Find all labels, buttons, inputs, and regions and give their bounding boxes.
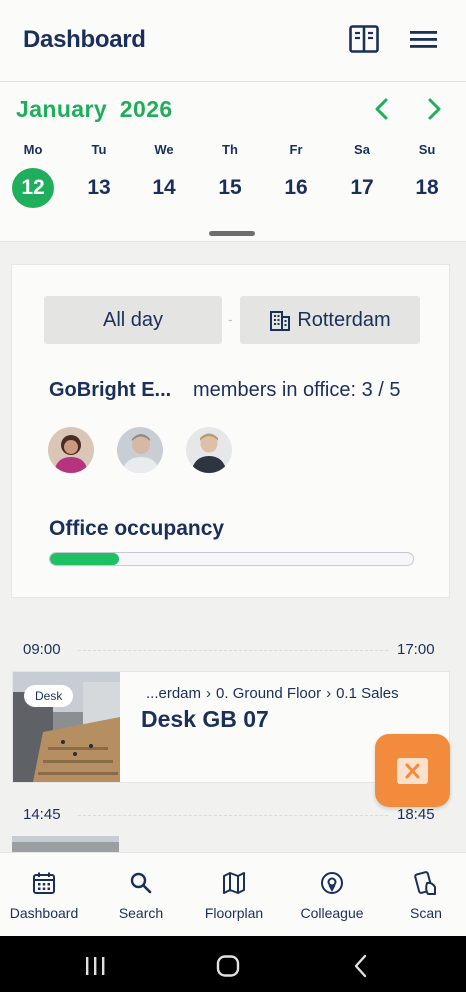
avatar[interactable] [48, 427, 94, 473]
path-floor: 0. Ground Floor [216, 685, 322, 702]
home-icon[interactable] [216, 955, 240, 977]
calendar-date[interactable]: 14 [143, 168, 185, 208]
occupancy-progress-bar [49, 552, 414, 566]
location-label: Rotterdam [297, 308, 391, 331]
occupancy-progress-fill [50, 553, 119, 565]
avatar[interactable] [117, 427, 163, 473]
booking-type-tag: Desk [24, 685, 74, 707]
time-filter-label: All day [102, 308, 164, 331]
calendar-date[interactable]: 13 [78, 168, 120, 208]
app-header: Dashboard [0, 0, 466, 82]
weekday-label: Tu [91, 142, 107, 157]
nav-item-colleague[interactable]: Colleague [287, 853, 377, 937]
calendar-date[interactable]: 18 [406, 168, 448, 208]
month-label: January 2026 [16, 96, 173, 122]
chevron-left-icon[interactable] [372, 97, 392, 121]
weekday-label: Fr [289, 142, 303, 157]
desk-photo[interactable] [12, 836, 119, 852]
calendar-icon [33, 872, 55, 894]
calendar-date[interactable]: 15 [209, 168, 251, 208]
close-fab-button[interactable] [375, 734, 450, 807]
nav-item-scan[interactable]: Scan [381, 853, 466, 937]
members-in-office: members in office: 3 / 5 [193, 379, 401, 401]
booking-start-time: 09:00 [23, 641, 61, 658]
bottom-navigation: Dashboard Search Floorplan Colleague Sca… [0, 852, 466, 936]
avatar[interactable] [186, 427, 232, 473]
path-separator: › [206, 685, 212, 702]
path-area: 0.1 Sales [336, 685, 399, 702]
chevron-right-icon[interactable] [424, 97, 444, 121]
book-icon[interactable] [349, 25, 379, 53]
search-icon [130, 872, 152, 894]
back-icon[interactable] [352, 954, 368, 978]
close-icon [397, 758, 428, 784]
organization-name: GoBright E... [49, 379, 172, 401]
map-icon [223, 872, 245, 894]
recent-apps-icon[interactable] [84, 956, 106, 976]
weekday-label: Su [418, 142, 436, 157]
chip-separator: - [228, 311, 233, 327]
office-card: All day - Rotterdam GoBright E... member… [11, 264, 450, 598]
nav-item-dashboard[interactable]: Dashboard [0, 853, 88, 937]
system-navigation-bar [0, 936, 466, 992]
weekday-label: Mo [23, 142, 43, 157]
building-icon [270, 311, 291, 331]
timeline-divider [78, 650, 388, 651]
nav-label: Dashboard [9, 905, 79, 921]
path-building: ...erdam [146, 685, 202, 702]
booking-end-time: 18:45 [397, 806, 435, 823]
weekday-label: Th [222, 142, 238, 157]
calendar-date[interactable]: 17 [341, 168, 383, 208]
booking-desk-name: Desk GB 07 [141, 706, 269, 732]
booking-end-time: 17:00 [397, 641, 435, 658]
booking-location-path: ...erdam › 0. Ground Floor › 0.1 Sales [146, 685, 399, 702]
page-title: Dashboard [23, 26, 146, 53]
weekday-label: Sa [354, 142, 370, 157]
nav-label: Scan [410, 905, 442, 921]
calendar-date[interactable]: 16 [275, 168, 317, 208]
weekday-label: We [154, 142, 174, 157]
nav-item-floorplan[interactable]: Floorplan [189, 853, 279, 937]
location-pin-icon [321, 872, 343, 894]
booking-start-time: 14:45 [23, 806, 61, 823]
nav-label: Search [118, 905, 164, 921]
calendar-date-selected[interactable]: 12 [12, 168, 54, 208]
week-calendar: January 2026 Mo Tu We Th Fr Sa Su 12 13 … [0, 82, 466, 242]
time-filter-chip[interactable]: All day [44, 296, 222, 344]
nav-label: Colleague [300, 905, 364, 921]
hamburger-menu-icon[interactable] [410, 28, 437, 50]
nav-item-search[interactable]: Search [96, 853, 186, 937]
office-occupancy-title: Office occupancy [49, 517, 225, 540]
nav-label: Floorplan [204, 905, 264, 921]
scan-phone-icon [414, 871, 436, 895]
drag-handle[interactable] [209, 231, 255, 236]
location-chip[interactable]: Rotterdam [240, 296, 420, 344]
timeline-divider [78, 815, 388, 816]
path-separator: › [326, 685, 332, 702]
